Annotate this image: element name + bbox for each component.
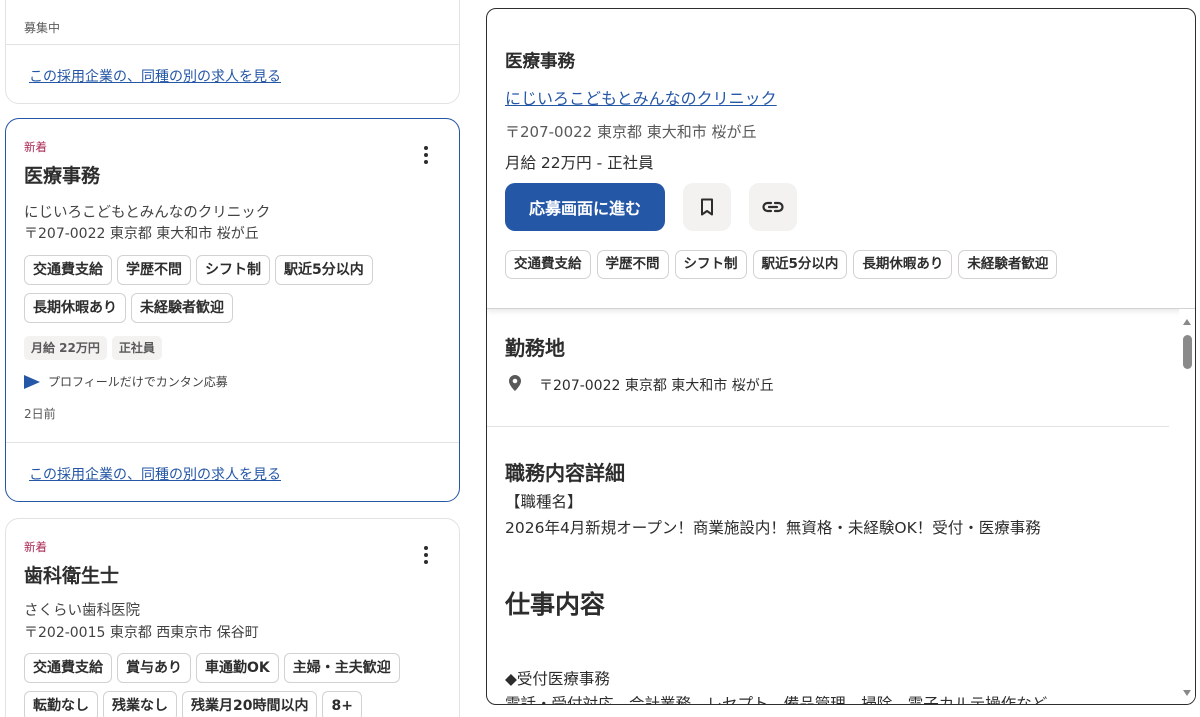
attribute-tags: 転勤なし 残業なし 残業月20時間以内 8+ xyxy=(24,691,362,717)
send-arrow-icon xyxy=(24,374,40,389)
attribute-tag: 長期休暇あり xyxy=(24,293,126,323)
bookmark-icon xyxy=(701,198,713,216)
save-job-button[interactable] xyxy=(683,183,731,231)
attribute-tag: シフト制 xyxy=(196,255,270,285)
section-divider xyxy=(487,426,1169,427)
salary-pills: 月給 22万円 正社員 xyxy=(24,336,162,360)
similar-jobs-link[interactable]: この採用企業の、同種の別の求人を見る xyxy=(29,66,281,86)
apply-button[interactable]: 応募画面に進む xyxy=(505,183,665,231)
job-title[interactable]: 歯科衛生士 xyxy=(24,561,119,588)
workplace-address: 〒207-0022 東京都 東大和市 桜が丘 xyxy=(539,378,774,394)
posted-date: 2日前 xyxy=(24,407,56,421)
work-item: ◆受付医療事務 xyxy=(505,670,610,688)
more-options-icon[interactable] xyxy=(417,143,435,167)
job-location: 〒202-0015 東京都 西東京市 保谷町 xyxy=(24,625,259,641)
attribute-tag: 主婦・主夫歓迎 xyxy=(283,653,400,683)
job-name-label: 【職種名】 xyxy=(505,493,583,511)
attribute-tag: 転勤なし xyxy=(24,691,98,717)
attribute-tag: 残業月20時間以内 xyxy=(182,691,318,717)
easy-apply: プロフィールだけでカンタン応募 xyxy=(24,373,228,390)
job-detail-panel: 医療事務 にじいろこどもとみんなのクリニック 〒207-0022 東京都 東大和… xyxy=(486,8,1196,705)
job-card[interactable]: 募集中 この採用企業の、同種の別の求人を見る xyxy=(5,0,460,104)
attribute-tag: 駅近5分以内 xyxy=(275,255,373,285)
attribute-tag: 学歴不問 xyxy=(117,255,191,285)
scrollbar-thumb[interactable] xyxy=(1183,335,1192,369)
detail-salary: 月給 22万円 - 正社員 xyxy=(505,154,654,172)
location-pin-icon xyxy=(509,375,521,391)
job-card[interactable]: 新着 歯科衛生士 さくらい歯科医院 〒202-0015 東京都 西東京市 保谷町… xyxy=(5,518,460,717)
attribute-tags: 長期休暇あり 未経験者歓迎 xyxy=(24,293,233,323)
link-icon xyxy=(762,201,784,213)
attribute-tags: 交通費支給 学歴不問 シフト制 駅近5分以内 xyxy=(24,255,373,285)
job-detail-header: 医療事務 にじいろこどもとみんなのクリニック 〒207-0022 東京都 東大和… xyxy=(487,9,1195,309)
detail-tag: 学歴不問 xyxy=(596,250,669,279)
detail-tag: 交通費支給 xyxy=(505,250,591,279)
attribute-tag: 残業なし xyxy=(103,691,177,717)
attribute-tag: 未経験者歓迎 xyxy=(131,293,233,323)
detail-company-link[interactable]: にじいろこどもとみんなのクリニック xyxy=(505,85,777,109)
attribute-tag: 車通勤OK xyxy=(196,653,279,683)
job-name-text: 2026年4月新規オープン！商業施設内！無資格・未経験OK！受付・医療事務 xyxy=(505,519,1041,537)
similar-jobs-link[interactable]: この採用企業の、同種の別の求人を見る xyxy=(29,464,281,484)
attribute-tags: 交通費支給 賞与あり 車通勤OK 主婦・主夫歓迎 xyxy=(24,653,400,683)
new-badge: 新着 xyxy=(24,540,47,554)
job-card-selected[interactable]: 新着 医療事務 にじいろこどもとみんなのクリニック 〒207-0022 東京都 … xyxy=(5,118,460,502)
scroll-up-icon[interactable] xyxy=(1183,319,1191,325)
job-location: 〒207-0022 東京都 東大和市 桜が丘 xyxy=(24,226,259,242)
work-content-heading: 仕事内容 xyxy=(505,590,606,619)
company-name: にじいろこどもとみんなのクリニック xyxy=(24,205,271,221)
detail-tag: 駅近5分以内 xyxy=(752,250,848,279)
copy-link-button[interactable] xyxy=(749,183,797,231)
detail-tag: 未経験者歓迎 xyxy=(958,250,1058,279)
detail-tags: 交通費支給 学歴不問 シフト制 駅近5分以内 長期休暇あり 未経験者歓迎 xyxy=(505,250,1058,279)
attribute-tag: 交通費支給 xyxy=(24,653,112,683)
more-tags-count[interactable]: 8+ xyxy=(322,691,362,717)
card-divider xyxy=(6,44,459,45)
status-text: 募集中 xyxy=(24,21,61,35)
attribute-tag: 賞与あり xyxy=(117,653,191,683)
work-description: 電話・受付対応、会計業務、レセプト、備品管理、掃除、電子カルテ操作など xyxy=(505,695,1048,705)
new-badge: 新着 xyxy=(24,140,47,154)
more-options-icon[interactable] xyxy=(417,543,435,567)
detail-tag: シフト制 xyxy=(674,250,747,279)
card-divider xyxy=(6,442,459,443)
detail-tag: 長期休暇あり xyxy=(853,250,953,279)
job-type-pill: 正社員 xyxy=(111,336,162,360)
attribute-tag: 交通費支給 xyxy=(24,255,112,285)
company-name: さくらい歯科医院 xyxy=(24,603,140,619)
job-title[interactable]: 医療事務 xyxy=(24,161,100,188)
salary-pill: 月給 22万円 xyxy=(24,336,107,360)
job-list: 募集中 この採用企業の、同種の別の求人を見る 新着 医療事務 にじいろこどもとみ… xyxy=(0,0,470,717)
job-detail-body: 勤務地 〒207-0022 東京都 東大和市 桜が丘 職務内容詳細 【職種名】 … xyxy=(487,310,1177,705)
scrollbar[interactable] xyxy=(1179,309,1195,704)
detail-location: 〒207-0022 東京都 東大和市 桜が丘 xyxy=(505,123,757,141)
details-heading: 職務内容詳細 xyxy=(505,461,625,485)
workplace-heading: 勤務地 xyxy=(505,336,565,360)
scroll-down-icon[interactable] xyxy=(1183,690,1191,696)
detail-job-title: 医療事務 xyxy=(505,52,575,72)
easy-apply-label: プロフィールだけでカンタン応募 xyxy=(48,375,228,389)
